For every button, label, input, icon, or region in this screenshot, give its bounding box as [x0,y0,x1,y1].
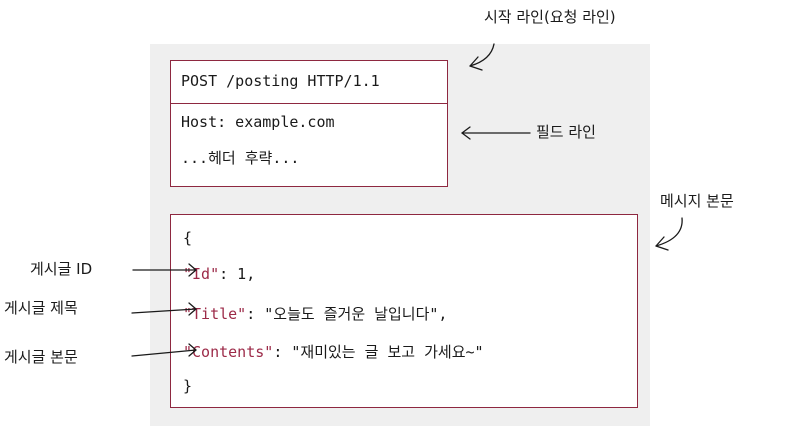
post-contents-arrow [131,349,197,357]
annotation-arrows [131,43,683,357]
post-title-arrow [131,308,197,314]
